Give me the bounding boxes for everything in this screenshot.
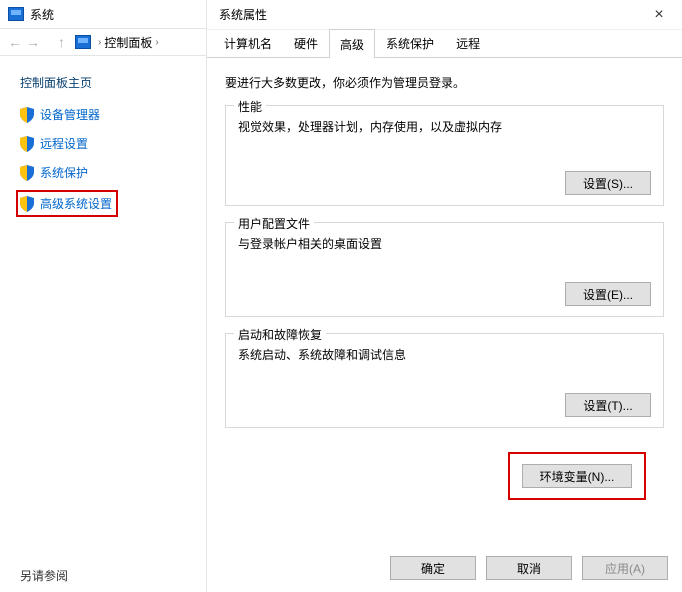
nav-back-icon[interactable]: ← xyxy=(6,33,24,51)
monitor-icon xyxy=(75,35,91,49)
group-performance: 性能 视觉效果，处理器计划，内存使用，以及虚拟内存 设置(S)... xyxy=(225,105,664,206)
admin-notice: 要进行大多数更改，你必须作为管理员登录。 xyxy=(225,74,664,91)
highlight-advanced-system-settings: 高级系统设置 xyxy=(16,190,118,217)
cancel-button[interactable]: 取消 xyxy=(486,556,572,580)
dialog-titlebar: 系统属性 × xyxy=(207,0,682,30)
group-desc: 与登录帐户相关的桌面设置 xyxy=(238,235,651,252)
sidebar-heading[interactable]: 控制面板主页 xyxy=(20,74,190,91)
sidebar-item-remote-settings[interactable]: 远程设置 xyxy=(20,134,190,153)
startup-recovery-settings-button[interactable]: 设置(T)... xyxy=(565,393,651,417)
group-user-profiles: 用户配置文件 与登录帐户相关的桌面设置 设置(E)... xyxy=(225,222,664,317)
sidebar-list: 设备管理器 远程设置 系统保护 高级系统设置 xyxy=(20,105,190,217)
group-startup-recovery: 启动和故障恢复 系统启动、系统故障和调试信息 设置(T)... xyxy=(225,333,664,428)
dialog-body: 要进行大多数更改，你必须作为管理员登录。 性能 视觉效果，处理器计划，内存使用，… xyxy=(207,58,682,500)
group-title: 性能 xyxy=(234,98,266,115)
tab-remote[interactable]: 远程 xyxy=(445,28,491,57)
chevron-right-icon: › xyxy=(152,37,161,48)
performance-settings-button[interactable]: 设置(S)... xyxy=(565,171,651,195)
environment-variables-button[interactable]: 环境变量(N)... xyxy=(522,464,632,488)
monitor-icon xyxy=(8,7,24,21)
tab-system-protection[interactable]: 系统保护 xyxy=(375,28,445,57)
sidebar-item-label: 设备管理器 xyxy=(40,106,100,123)
sidebar-item-label: 远程设置 xyxy=(40,135,88,152)
close-icon[interactable]: × xyxy=(636,0,682,30)
chevron-right-icon: › xyxy=(95,37,104,48)
group-desc: 系统启动、系统故障和调试信息 xyxy=(238,346,651,363)
breadcrumb-bar: ← → ↑ › 控制面板 › xyxy=(0,28,206,56)
tab-computer-name[interactable]: 计算机名 xyxy=(213,28,283,57)
highlight-environment-variables: 环境变量(N)... xyxy=(508,452,646,500)
tab-hardware[interactable]: 硬件 xyxy=(283,28,329,57)
group-title: 启动和故障恢复 xyxy=(234,326,326,343)
sidebar-item-advanced-system-settings[interactable]: 高级系统设置 xyxy=(20,194,112,213)
tab-advanced[interactable]: 高级 xyxy=(329,29,375,58)
sidebar: 控制面板主页 设备管理器 远程设置 系统保护 高级系统设置 xyxy=(0,56,206,217)
group-title: 用户配置文件 xyxy=(234,215,314,232)
nav-forward-icon[interactable]: → xyxy=(24,33,42,51)
dialog-title: 系统属性 xyxy=(219,6,267,23)
system-properties-dialog: 系统属性 × 计算机名 硬件 高级 系统保护 远程 要进行大多数更改，你必须作为… xyxy=(206,0,682,592)
user-profiles-settings-button[interactable]: 设置(E)... xyxy=(565,282,651,306)
sidebar-item-device-manager[interactable]: 设备管理器 xyxy=(20,105,190,124)
breadcrumb-item[interactable]: 控制面板 xyxy=(104,34,152,51)
shield-icon xyxy=(20,136,34,152)
control-panel-system-pane: 系统 ← → ↑ › 控制面板 › 控制面板主页 设备管理器 远程设置 系统保护 xyxy=(0,0,206,592)
sidebar-item-label: 系统保护 xyxy=(40,164,88,181)
window-titlebar: 系统 xyxy=(0,0,206,28)
shield-icon xyxy=(20,107,34,123)
sidebar-item-system-protection[interactable]: 系统保护 xyxy=(20,163,190,182)
see-also-label: 另请参阅 xyxy=(20,567,68,584)
shield-icon xyxy=(20,165,34,181)
sidebar-item-label: 高级系统设置 xyxy=(40,195,112,212)
dialog-footer: 确定 取消 应用(A) xyxy=(390,556,668,580)
ok-button[interactable]: 确定 xyxy=(390,556,476,580)
tab-strip: 计算机名 硬件 高级 系统保护 远程 xyxy=(207,30,682,58)
window-title: 系统 xyxy=(30,6,54,23)
apply-button[interactable]: 应用(A) xyxy=(582,556,668,580)
nav-up-icon[interactable]: ↑ xyxy=(58,34,65,50)
shield-icon xyxy=(20,196,34,212)
group-desc: 视觉效果，处理器计划，内存使用，以及虚拟内存 xyxy=(238,118,651,135)
